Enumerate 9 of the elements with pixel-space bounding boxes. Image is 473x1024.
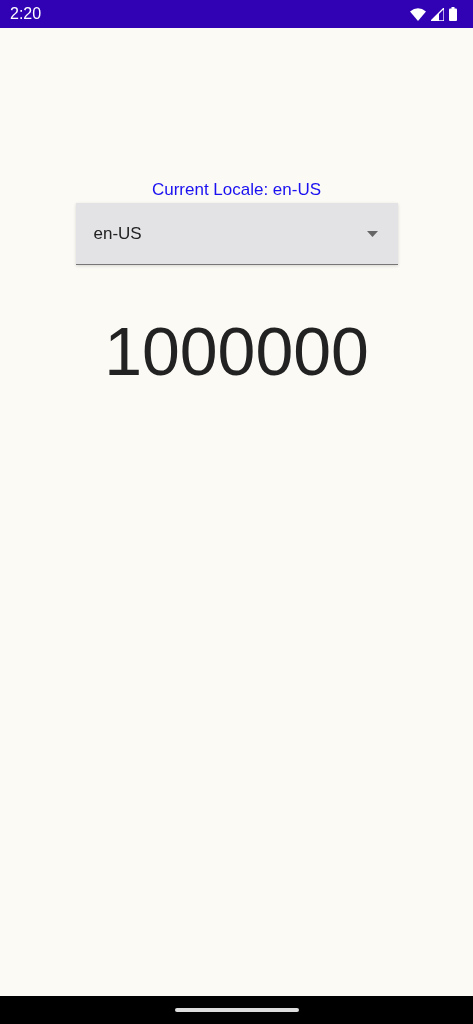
current-locale-label: Current Locale: en-US [151,180,322,200]
caret-icon [366,230,378,237]
status-time: 2:20 [10,5,42,23]
battery-icon [449,7,457,21]
wifi-icon [410,7,426,21]
locale-dropdown[interactable]: en-US [75,203,398,265]
signal-icon [431,7,444,21]
home-handle[interactable] [174,1008,299,1012]
formatted-number: 1000000 [104,312,369,391]
